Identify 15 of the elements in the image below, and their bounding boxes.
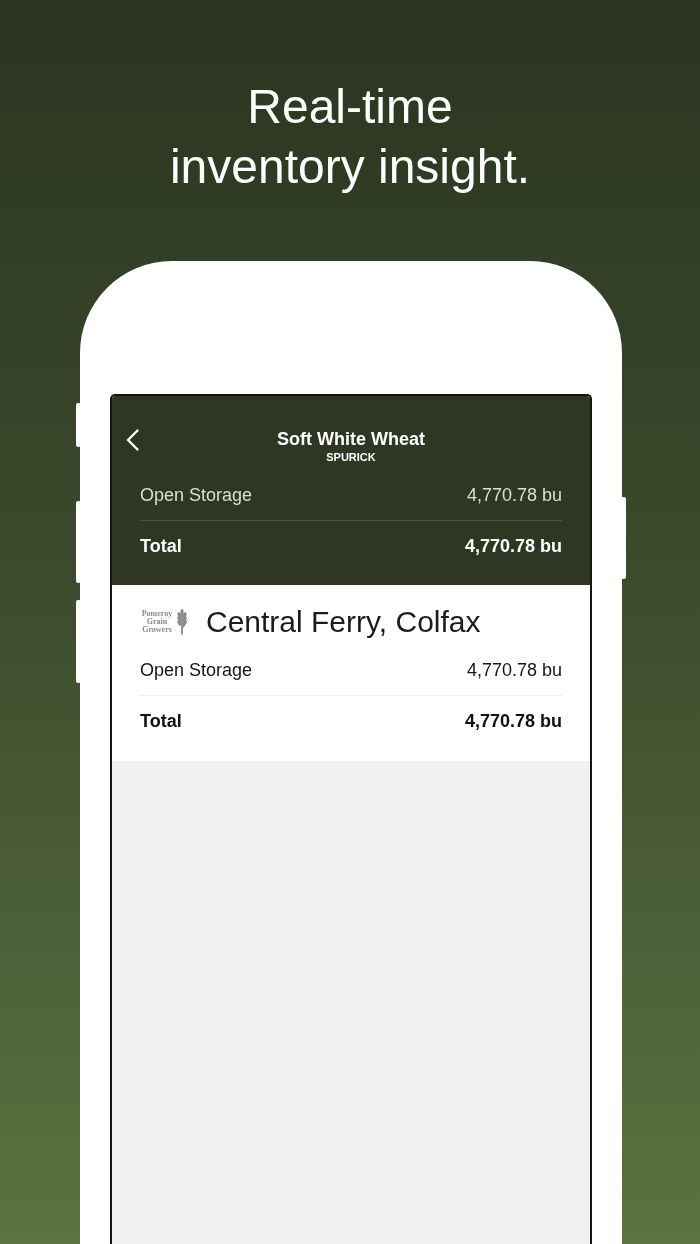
location-name: Central Ferry, Colfax	[206, 605, 481, 639]
nav-subtitle: SPURICK	[326, 450, 376, 464]
headline: Real-time inventory insight.	[168, 79, 532, 195]
total-value: 4,770.78 bu	[464, 710, 562, 732]
total-value: 4,770.78 bu	[464, 535, 562, 557]
total-label: Total	[140, 535, 182, 557]
row-label: Open Storage	[140, 484, 253, 506]
row-value: 4,770.78 bu	[466, 659, 562, 681]
wheat-icon	[174, 609, 190, 635]
nav-title: Soft White Wheat	[277, 428, 425, 450]
total-label: Total	[140, 710, 182, 732]
row-label: Open Storage	[140, 659, 253, 681]
chevron-left-icon	[126, 429, 139, 451]
row-value: 4,770.78 bu	[466, 484, 562, 506]
logo-text: Pomeroy Grain Growers	[140, 610, 174, 634]
